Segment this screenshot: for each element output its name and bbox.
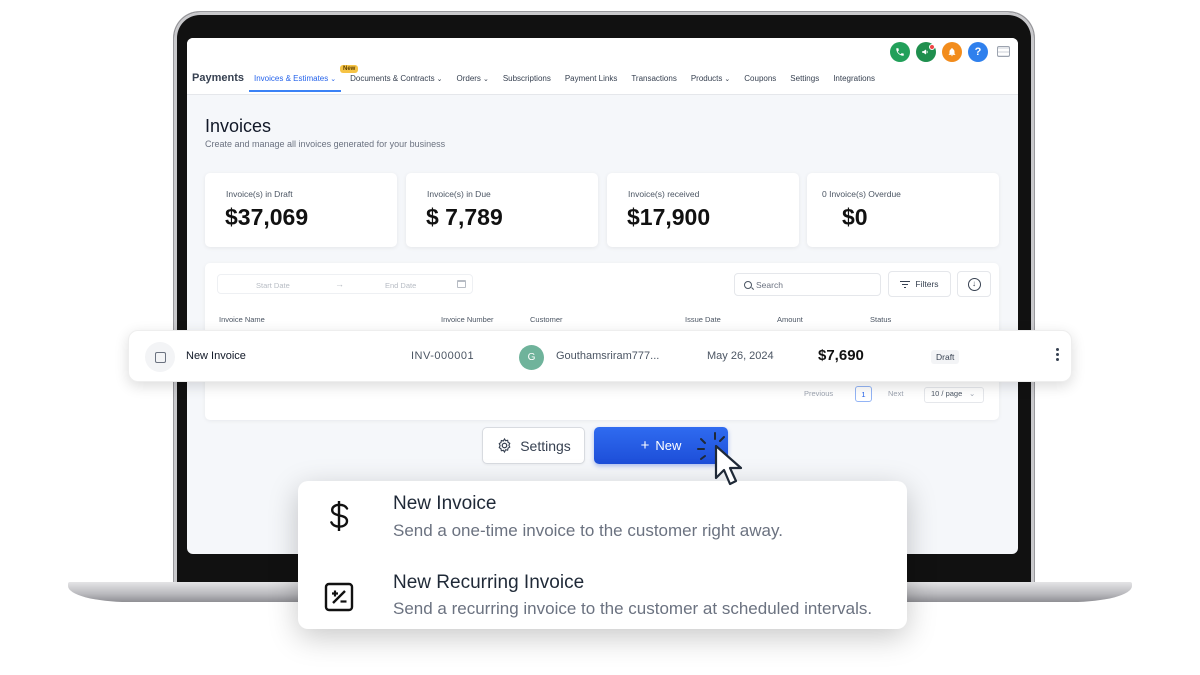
gear-icon — [498, 437, 511, 454]
page-size-label: 10 / page — [931, 389, 963, 398]
customer-name: Gouthamsriram777... — [556, 350, 660, 362]
menu-item-description: Send a one-time invoice to the customer … — [393, 521, 783, 540]
phone-icon[interactable] — [890, 42, 910, 62]
stat-value: $37,069 — [225, 204, 309, 230]
stat-card-received[interactable]: Invoice(s) received $17,900 — [607, 173, 799, 247]
date-range-picker[interactable]: Start Date → End Date — [217, 274, 473, 294]
stat-label: Invoice(s) in Due — [427, 189, 491, 199]
end-date: End Date — [385, 281, 417, 290]
stat-card-due[interactable]: Invoice(s) in Due $ 7,789 — [406, 173, 598, 247]
column-header: Amount — [777, 315, 803, 324]
flag-icon[interactable] — [997, 46, 1010, 57]
tab-coupons[interactable]: Coupons — [744, 74, 776, 92]
column-header: Status — [870, 315, 892, 324]
download-icon: ↓ — [967, 277, 981, 291]
tab-orders[interactable]: Orders ⌄ — [456, 74, 488, 92]
download-button[interactable]: ↓ — [957, 271, 991, 297]
row-checkbox[interactable] — [145, 342, 175, 372]
column-header: Invoice Number — [441, 315, 494, 324]
page-title: Invoices — [205, 116, 272, 136]
invoice-number: INV-000001 — [411, 350, 475, 362]
new-invoice-menu: New Invoice Send a one-time invoice to t… — [298, 481, 907, 629]
megaphone-icon[interactable] — [916, 42, 936, 62]
start-date: Start Date — [256, 281, 290, 290]
more-options-icon[interactable] — [1056, 348, 1059, 363]
stat-label: 0 Invoice(s) Overdue — [822, 189, 901, 199]
chevron-down-icon: ⌄ — [482, 76, 489, 83]
status-badge: Draft — [931, 350, 960, 364]
tab-products[interactable]: Products ⌄ — [691, 74, 730, 92]
dollar-icon — [322, 499, 356, 533]
tab-documents-contracts[interactable]: Documents & Contracts ⌄ — [350, 74, 442, 92]
table-row[interactable]: New Invoice INV-000001 G Gouthamsriram77… — [128, 330, 1072, 382]
checkbox-icon — [154, 351, 166, 363]
invoice-name: New Invoice — [186, 350, 246, 362]
column-header: Invoice Name — [219, 315, 265, 324]
filters-button[interactable]: Filters — [888, 271, 951, 297]
invoice-amount: $7,690 — [818, 347, 864, 364]
app-screen: ? Payments Invoices & Estimates ⌄ New Doc… — [187, 38, 1018, 554]
stat-value: $17,900 — [627, 204, 711, 230]
brand-title: Payments — [192, 72, 244, 84]
new-badge: New — [340, 65, 359, 73]
notification-dot — [929, 44, 935, 50]
column-header: Issue Date — [685, 315, 721, 324]
avatar: G — [519, 345, 544, 370]
chevron-down-icon: ⌄ — [330, 76, 337, 83]
stat-card-draft[interactable]: Invoice(s) in Draft $37,069 — [205, 173, 397, 247]
tab-subscriptions[interactable]: Subscriptions — [503, 74, 551, 92]
arrow-right-icon: → — [335, 279, 344, 289]
chevron-down-icon: ⌄ — [724, 76, 731, 83]
next-page-button[interactable]: Next — [888, 389, 903, 398]
column-header: Customer — [530, 315, 563, 324]
stat-card-overdue[interactable]: 0 Invoice(s) Overdue $0 — [807, 173, 999, 247]
main-nav: Invoices & Estimates ⌄ New Documents & Co… — [248, 65, 889, 92]
search-box — [734, 273, 881, 296]
search-input[interactable] — [756, 278, 874, 292]
stat-label: Invoice(s) in Draft — [226, 189, 293, 199]
menu-item-description: Send a recurring invoice to the customer… — [393, 599, 873, 618]
stat-label: Invoice(s) received — [628, 189, 700, 199]
chevron-down-icon: ⌄ — [969, 389, 976, 398]
filter-icon — [900, 280, 911, 288]
stat-value: $0 — [842, 204, 868, 230]
tab-transactions[interactable]: Transactions — [631, 74, 677, 92]
menu-item-new-recurring-invoice[interactable]: New Recurring Invoice Send a recurring i… — [298, 562, 907, 634]
plus-icon: + — [640, 437, 650, 454]
tab-integrations[interactable]: Integrations — [833, 74, 875, 92]
top-bar: ? Payments Invoices & Estimates ⌄ New Doc… — [187, 38, 1018, 95]
stat-value: $ 7,789 — [426, 204, 503, 230]
menu-item-title: New Invoice — [393, 493, 497, 514]
search-icon — [744, 281, 752, 289]
page-number-button[interactable]: 1 — [855, 386, 872, 402]
page-subtitle: Create and manage all invoices generated… — [205, 139, 446, 149]
tab-invoices-estimates[interactable]: Invoices & Estimates ⌄ New — [248, 65, 359, 92]
menu-item-title: New Recurring Invoice — [393, 572, 585, 593]
issue-date: May 26, 2024 — [707, 350, 774, 362]
menu-item-new-invoice[interactable]: New Invoice Send a one-time invoice to t… — [298, 483, 907, 555]
tab-settings[interactable]: Settings — [790, 74, 819, 92]
percent-square-icon — [322, 580, 356, 614]
calendar-icon — [457, 280, 466, 288]
settings-button[interactable]: Settings — [482, 427, 585, 464]
mouse-cursor-icon — [697, 432, 743, 486]
tab-payment-links[interactable]: Payment Links — [565, 74, 617, 92]
bell-icon[interactable] — [942, 42, 962, 62]
chevron-down-icon: ⌄ — [436, 76, 443, 83]
previous-page-button[interactable]: Previous — [804, 389, 833, 398]
help-icon[interactable]: ? — [968, 42, 988, 62]
